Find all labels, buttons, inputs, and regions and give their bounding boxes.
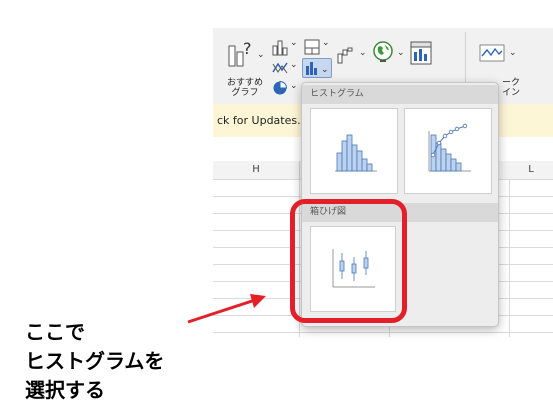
annotation-line-1: ここで: [25, 320, 85, 344]
annotation-line-2: ヒストグラムを: [25, 349, 165, 373]
annotation-text: ここで ヒストグラムを 選択する: [25, 318, 164, 405]
annotation-line-3: 選択する: [25, 378, 105, 402]
